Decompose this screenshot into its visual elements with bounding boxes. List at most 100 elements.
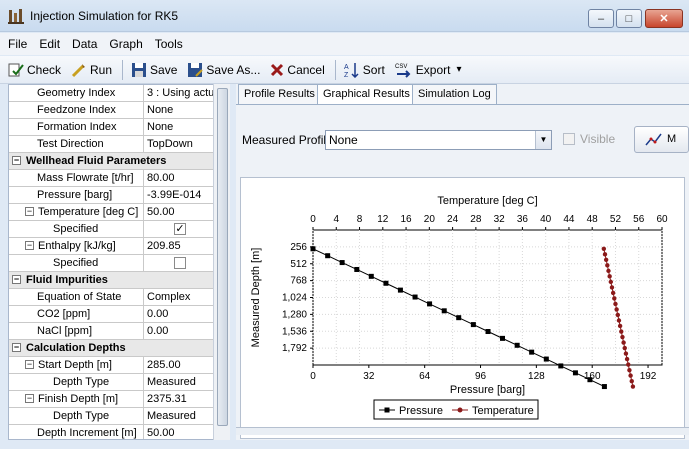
tab-simulation-log[interactable]: Simulation Log [412,84,497,104]
grid-property-row[interactable]: Equation of State Complex [9,289,220,306]
specified-checkbox[interactable] [174,257,186,269]
top-axis-tick-label: 28 [470,214,482,225]
grid-property-row[interactable]: Specified ✓ [9,221,220,238]
property-value[interactable]: 209.85 [143,238,220,255]
property-value[interactable]: -3.99E-014 [143,187,220,204]
property-value[interactable]: 285.00 [143,357,220,374]
export-dropdown-icon[interactable]: ▾ [456,64,461,75]
run-button[interactable]: Run [71,62,112,78]
grid-property-row[interactable]: Test Direction TopDown [9,136,220,153]
export-icon: CSV [395,64,411,78]
grid-property-row[interactable]: − Finish Depth [m] 2375.31 [9,391,220,408]
grid-property-row[interactable]: Pressure [barg] -3.99E-014 [9,187,220,204]
grid-property-row[interactable]: Specified [9,255,220,272]
collapse-icon[interactable]: − [12,156,21,165]
collapse-icon[interactable]: − [12,275,21,284]
svg-text:A: A [344,64,349,71]
grid-category-row[interactable]: − Fluid Impurities [9,272,220,289]
property-value[interactable]: Complex [143,289,220,306]
chevron-down-icon[interactable]: ▼ [535,131,551,149]
grid-property-row[interactable]: Depth Type Measured [9,374,220,391]
menu-tools[interactable]: Tools [155,37,183,51]
property-value[interactable]: 0.00 [143,306,220,323]
visible-checkbox[interactable] [563,133,575,145]
menu-graph[interactable]: Graph [109,37,142,51]
maximize-button[interactable]: □ [616,9,642,28]
measured-profile-button[interactable]: M [634,126,689,153]
temperature-point [602,252,608,257]
property-grid: Geometry Index 3 : Using actu Feedzone Ind… [8,84,221,440]
toolbar-separator [122,59,124,80]
menu-data[interactable]: Data [72,37,97,51]
collapse-icon[interactable]: − [25,241,34,250]
grid-property-row[interactable]: Formation Index None [9,119,220,136]
grid-category-row[interactable]: − Calculation Depths [9,340,220,357]
property-label: Mass Flowrate [t/hr] [37,172,134,184]
collapse-icon[interactable]: − [25,394,34,403]
grid-property-row[interactable]: − Enthalpy [kJ/kg] 209.85 [9,238,220,255]
temperature-point [621,340,626,345]
pressure-point [456,315,462,321]
property-value[interactable]: 50.00 [143,425,220,439]
bottom-axis-label: Pressure [barg] [450,384,525,396]
export-button[interactable]: CSV Export ▾ [395,62,462,78]
legend-temperature-marker [457,407,463,413]
property-label: Depth Type [53,376,110,388]
property-value[interactable]: 3 : Using actu [143,85,220,102]
collapse-icon[interactable]: − [12,343,21,352]
measured-profile-select[interactable]: None ▼ [325,130,552,150]
property-value[interactable]: None [143,119,220,136]
grid-property-row[interactable]: Depth Increment [m] 50.00 [9,425,220,439]
close-button[interactable]: ✕ [645,9,683,28]
scrollbar-thumb[interactable] [217,88,228,426]
temperature-point [614,307,619,312]
grid-property-row[interactable]: − Start Depth [m] 285.00 [9,357,220,374]
tab-profile-results[interactable]: Profile Results [238,84,321,104]
sort-button[interactable]: AZ Sort [344,62,385,78]
tab-graphical-results[interactable]: Graphical Results [317,84,416,105]
property-value-cell[interactable]: ✓ [143,221,220,238]
pressure-point [485,329,491,335]
grid-property-row[interactable]: CO2 [ppm] 0.00 [9,306,220,323]
collapse-icon[interactable]: − [25,207,34,216]
cancel-button[interactable]: Cancel [270,63,325,77]
save-as-button[interactable]: Save As... [187,62,260,78]
panel-bottom-bar [236,427,689,435]
grid-category-row[interactable]: − Wellhead Fluid Parameters [9,153,220,170]
chart-svg: 0 4 8 12 16 20 24 28 32 36 40 44 48 52 56 60Temperature… [250,195,668,420]
pressure-point [543,356,549,362]
y-axis-tick-label: 256 [290,242,307,253]
grid-property-row[interactable]: Geometry Index 3 : Using actu [9,85,220,102]
property-value[interactable]: 2375.31 [143,391,220,408]
property-value[interactable]: None [143,102,220,119]
property-value[interactable]: 50.00 [143,204,220,221]
grid-property-row[interactable]: Feedzone Index None [9,102,220,119]
grid-property-row[interactable]: Depth Type Measured [9,408,220,425]
top-axis-tick-label: 48 [587,214,599,225]
pressure-point [441,308,447,314]
temperature-point [615,312,620,318]
grid-property-row[interactable]: − Temperature [deg C] 50.00 [9,204,220,221]
property-value[interactable]: 80.00 [143,170,220,187]
temperature-point [616,318,622,323]
property-grid-scrollbar[interactable] [213,84,230,440]
property-value[interactable]: Measured [143,408,220,425]
property-value[interactable]: TopDown [143,136,220,153]
temperature-point [612,296,617,301]
minimize-button[interactable]: – [588,9,614,28]
save-button[interactable]: Save [131,62,177,78]
collapse-icon[interactable]: − [25,360,34,369]
check-button[interactable]: Check [8,62,61,78]
temperature-point [610,290,616,296]
pressure-point [558,363,564,369]
menu-edit[interactable]: Edit [39,37,60,51]
property-value[interactable]: Measured [143,374,220,391]
specified-checkbox[interactable]: ✓ [174,223,186,235]
grid-property-row[interactable]: Mass Flowrate [t/hr] 80.00 [9,170,220,187]
property-value[interactable]: 0.00 [143,323,220,340]
grid-property-row[interactable]: NaCl [ppm] 0.00 [9,323,220,340]
property-value-cell[interactable] [143,255,220,272]
property-label: NaCl [ppm] [37,325,93,337]
menu-file[interactable]: File [8,37,27,51]
bottom-axis-tick-label: 64 [419,371,431,382]
